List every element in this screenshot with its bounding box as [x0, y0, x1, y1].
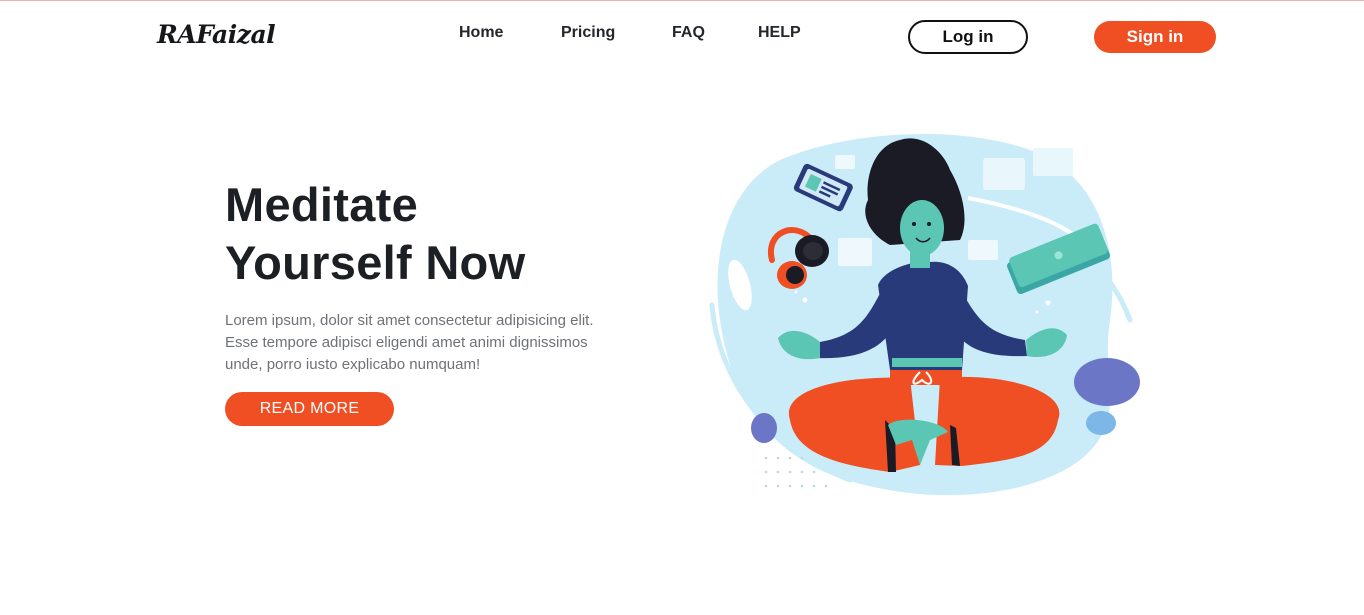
nav-item-home[interactable]: Home: [459, 24, 503, 42]
card-faint-4: [968, 240, 998, 260]
blob-purple-large: [1074, 358, 1140, 406]
meditation-illustration-icon: [709, 133, 1140, 496]
nav-item-pricing[interactable]: Pricing: [561, 24, 615, 42]
nav-item-faq[interactable]: FAQ: [672, 24, 705, 42]
login-button[interactable]: Log in: [908, 20, 1028, 54]
brand-logo[interactable]: RAFaizal: [157, 20, 276, 49]
hero-title-line-1: Meditate: [225, 178, 419, 231]
nav-item-help[interactable]: HELP: [758, 24, 801, 42]
card-faint-2: [1033, 148, 1073, 176]
card-faint-5: [835, 155, 855, 169]
hero-title-line-2: Yourself Now: [225, 236, 526, 289]
card-faint-3: [838, 238, 872, 266]
signin-button[interactable]: Sign in: [1094, 21, 1216, 53]
face: [900, 200, 944, 256]
read-more-button[interactable]: READ MORE: [225, 392, 394, 426]
waistband: [892, 358, 962, 367]
eye-right: [927, 222, 931, 226]
top-border: [0, 0, 1364, 1]
blob-purple-small: [751, 413, 777, 443]
card-faint-1: [983, 158, 1025, 190]
blob-blue-small: [1086, 411, 1116, 435]
hero-description: Lorem ipsum, dolor sit amet consectetur …: [225, 312, 594, 373]
eye-left: [912, 222, 916, 226]
hero-title: Meditate Yourself Now: [225, 176, 525, 292]
